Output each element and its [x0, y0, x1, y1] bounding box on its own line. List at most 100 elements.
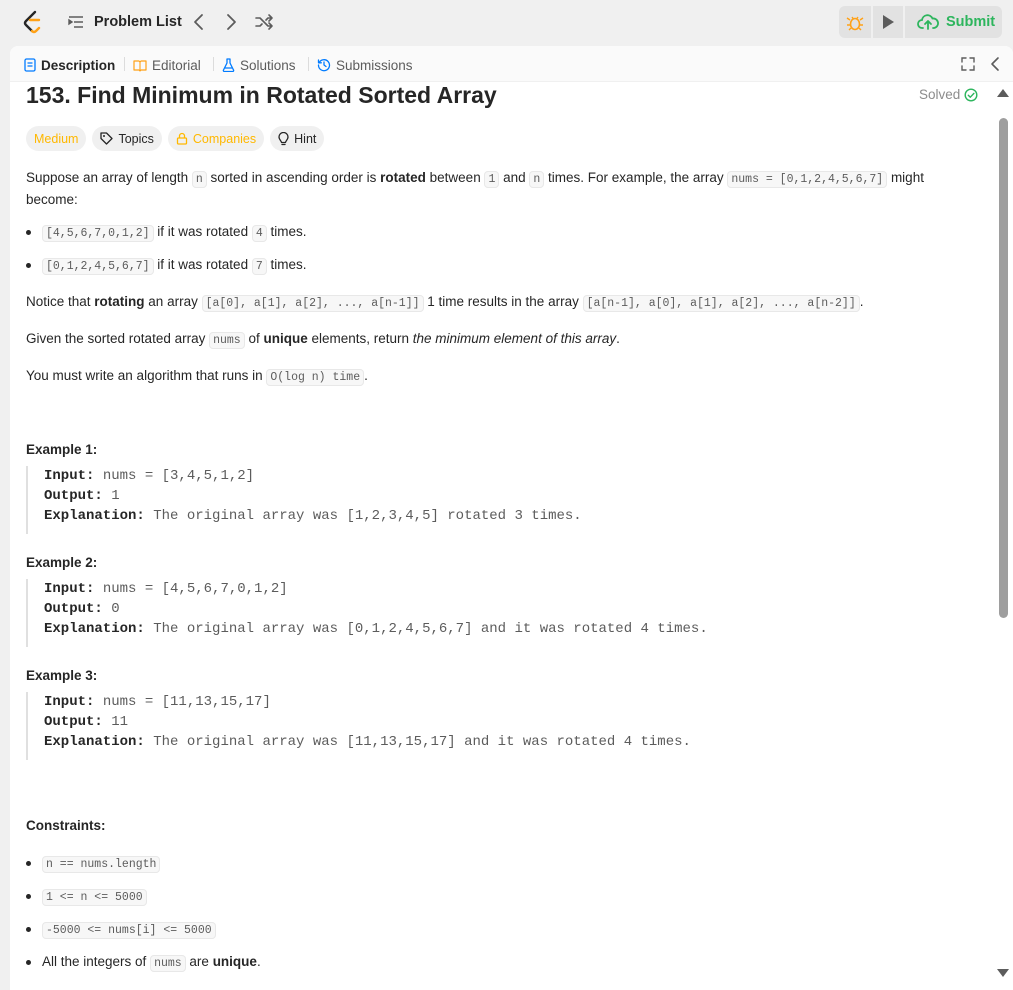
bullet-dot: [26, 230, 31, 235]
debug-button[interactable]: [839, 6, 871, 38]
inline-code: nums = [0,1,2,4,5,6,7]: [727, 171, 888, 188]
next-problem-icon[interactable]: [222, 12, 240, 32]
explanation-value: The original array was [1,2,3,4,5] rotat…: [144, 508, 582, 524]
explanation-label: Explanation:: [44, 508, 145, 524]
input-value: nums = [11,13,15,17]: [94, 694, 271, 710]
expand-icon[interactable]: [960, 56, 976, 72]
inline-code: [a[n-1], a[0], a[1], a[2], ..., a[n-2]]: [582, 295, 860, 312]
inline-code: 4: [251, 225, 267, 242]
tab-divider: [213, 57, 214, 71]
text: sorted in ascending order is: [206, 170, 381, 185]
lock-icon: [176, 132, 188, 145]
description-icon: [24, 58, 36, 72]
top-bar: Problem List Submit: [0, 0, 1013, 44]
collapse-panel-icon[interactable]: [988, 56, 1004, 72]
list-item-text: [0,1,2,4,5,6,7] if it was rotated 7 time…: [42, 255, 307, 277]
input-label: Input:: [44, 581, 95, 597]
flask-icon: [222, 58, 235, 72]
panel-tabs: Description Editorial Solutions Submissi…: [10, 46, 1013, 82]
example-explanation: Explanation: The original array was [11,…: [44, 732, 691, 752]
companies-label: Companies: [192, 131, 257, 146]
inline-code: n: [529, 171, 545, 188]
tab-solutions-label: Solutions: [240, 57, 296, 73]
history-icon: [317, 59, 331, 72]
bullet-dot: [26, 861, 31, 866]
constraint-text: -5000 <= nums[i] <= 5000: [42, 919, 216, 941]
constraint-text: 1 <= n <= 5000: [42, 886, 147, 908]
bullet-dot: [26, 960, 31, 965]
leetcode-logo-icon[interactable]: [22, 10, 44, 34]
run-button[interactable]: [873, 6, 903, 38]
bullet-dot: [26, 927, 31, 932]
solved-status: Solved: [919, 87, 978, 102]
bug-icon: [846, 16, 864, 31]
submit-button[interactable]: Submit: [905, 6, 1002, 38]
example-input: Input: nums = [4,5,6,7,0,1,2]: [44, 579, 288, 599]
problem-list-link[interactable]: Problem List: [94, 14, 182, 30]
difficulty-badge: Medium: [26, 126, 87, 151]
text: All the integers of: [42, 954, 151, 969]
text: times. For example, the array: [544, 170, 728, 185]
scroll-down-arrow-icon[interactable]: [996, 968, 1010, 978]
text: between: [425, 170, 485, 185]
output-label: Output:: [44, 714, 103, 730]
tab-solutions[interactable]: Solutions: [222, 56, 296, 74]
problem-title: 153. Find Minimum in Rotated Sorted Arra…: [26, 82, 497, 108]
tab-divider: [308, 57, 309, 71]
inline-code: n: [191, 171, 207, 188]
tab-description[interactable]: Description: [24, 56, 115, 74]
tab-editorial-label: Editorial: [152, 57, 201, 73]
submit-label: Submit: [946, 14, 996, 30]
output-label: Output:: [44, 601, 103, 617]
text: times.: [266, 257, 307, 272]
inline-code: -5000 <= nums[i] <= 5000: [42, 922, 216, 939]
inline-code: 1 <= n <= 5000: [42, 889, 147, 906]
example-block: Input: nums = [11,13,15,17] Output: 11 E…: [26, 692, 946, 760]
bullet-dot: [26, 894, 31, 899]
text: Suppose an array of length: [26, 170, 192, 185]
example-output: Output: 1: [44, 486, 120, 506]
topics-label: Topics: [118, 131, 154, 146]
text: .: [859, 294, 864, 309]
text: .: [364, 368, 368, 383]
problem-list-icon[interactable]: [68, 14, 84, 30]
example-input: Input: nums = [11,13,15,17]: [44, 692, 271, 712]
example-heading: Example 2:: [26, 555, 98, 570]
explanation-value: The original array was [11,13,15,17] and…: [144, 734, 691, 750]
text: of: [244, 331, 264, 346]
tab-submissions[interactable]: Submissions: [317, 56, 413, 74]
previous-problem-icon[interactable]: [190, 12, 208, 32]
constraint-text: n == nums.length: [42, 853, 161, 875]
bullet-dot: [26, 263, 31, 268]
inline-code: nums: [209, 332, 245, 349]
bold-text: rotated: [380, 170, 426, 185]
text: elements, return: [307, 331, 413, 346]
italic-text: the minimum element of this array: [412, 331, 617, 346]
topics-button[interactable]: Topics: [92, 126, 162, 151]
tab-description-label: Description: [41, 57, 116, 73]
constraints-heading: Constraints:: [26, 818, 106, 833]
shuffle-icon[interactable]: [254, 12, 274, 32]
example-block: Input: nums = [3,4,5,1,2] Output: 1 Expl…: [26, 466, 946, 534]
output-value: 0: [102, 601, 120, 617]
explanation-value: The original array was [0,1,2,4,5,6,7] a…: [144, 621, 708, 637]
output-label: Output:: [44, 488, 103, 504]
inline-code: n == nums.length: [42, 856, 161, 873]
tab-editorial[interactable]: Editorial: [133, 56, 201, 74]
input-value: nums = [3,4,5,1,2]: [94, 468, 255, 484]
bold-text: rotating: [94, 294, 145, 309]
constraint-text: All the integers of nums are unique.: [42, 952, 261, 974]
book-icon: [133, 59, 147, 72]
input-label: Input:: [44, 694, 95, 710]
inline-code: nums: [150, 955, 186, 972]
description-panel: Description Editorial Solutions Submissi…: [10, 46, 1013, 990]
hint-button[interactable]: Hint: [270, 126, 325, 151]
example-explanation: Explanation: The original array was [1,2…: [44, 506, 582, 526]
inline-code: 1: [484, 171, 500, 188]
scrollbar-thumb[interactable]: [999, 118, 1008, 618]
description-paragraph: Suppose an array of length n sorted in a…: [26, 168, 966, 210]
companies-button[interactable]: Companies: [167, 126, 265, 151]
solved-label: Solved: [919, 87, 961, 102]
scroll-up-arrow-icon[interactable]: [996, 88, 1010, 98]
example-input: Input: nums = [3,4,5,1,2]: [44, 466, 254, 486]
